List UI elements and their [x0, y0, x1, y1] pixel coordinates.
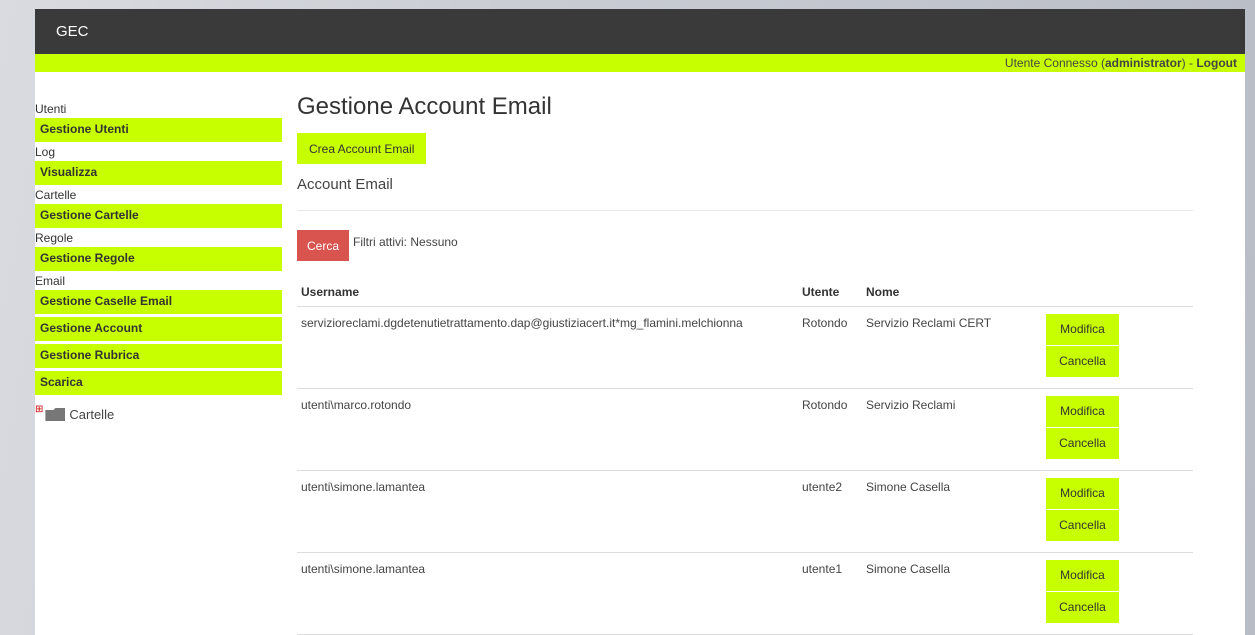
cell-utente: utente1 — [802, 552, 866, 635]
cell-nome: Servizio Reclami — [866, 388, 1046, 471]
app-title[interactable]: GEC — [56, 23, 89, 40]
logout-link[interactable]: Logout — [1196, 56, 1237, 70]
cell-utente: utente2 — [802, 470, 866, 553]
active-filters-text: Filtri attivi: Nessuno — [353, 234, 458, 249]
top-navbar: GEC — [35, 9, 1245, 54]
sidebar-section-label: Log — [35, 145, 56, 159]
section-subtitle: Account Email — [297, 176, 393, 193]
cell-utente: Rotondo — [802, 388, 866, 471]
sidebar-item-gestione-rubrica[interactable]: Gestione Rubrica — [35, 344, 282, 368]
table-row: utenti\marco.rotondo Rotondo Servizio Recl… — [297, 388, 1193, 471]
page-title: Gestione Account Email — [297, 93, 552, 120]
plus-icon[interactable]: ⊞ — [35, 404, 43, 415]
cell-nome: Simone Casella — [866, 470, 1046, 553]
cell-username: utenti\simone.lamantea — [297, 552, 802, 635]
divider — [297, 210, 1193, 211]
cell-actions: Modifica Cancella — [1046, 306, 1193, 389]
sidebar-section-label: Regole — [35, 231, 74, 245]
delete-button[interactable]: Cancella — [1046, 345, 1119, 377]
sidebar: Utenti Gestione Utenti Log Visualizza Cartel… — [35, 99, 282, 422]
edit-button[interactable]: Modifica — [1046, 395, 1119, 427]
app-window: GEC Utente Connesso (administrator) - Lo… — [35, 9, 1245, 635]
sidebar-section-label: Cartelle — [35, 188, 77, 202]
table-header-row: Username Utente Nome — [297, 275, 1193, 307]
header-nome: Nome — [866, 275, 1046, 307]
edit-button[interactable]: Modifica — [1046, 477, 1119, 509]
search-button[interactable]: Cerca — [297, 230, 350, 261]
delete-button[interactable]: Cancella — [1046, 591, 1119, 623]
table-row: servizioreclami.dgdetenutietrattamento.d… — [297, 306, 1193, 389]
cell-actions: Modifica Cancella — [1046, 470, 1193, 553]
table-body: servizioreclami.dgdetenutietrattamento.d… — [297, 306, 1193, 635]
sidebar-item-gestione-cartelle[interactable]: Gestione Cartelle — [35, 204, 282, 228]
header-username: Username — [297, 275, 802, 307]
cell-username: utenti\marco.rotondo — [297, 388, 802, 471]
accounts-table: Username Utente Nome servizioreclami.dgd… — [297, 275, 1193, 635]
table-row: utenti\simone.lamantea utente1 Simone Case… — [297, 552, 1193, 635]
header-actions — [1046, 275, 1193, 307]
cell-username: utenti\simone.lamantea — [297, 470, 802, 553]
edit-button[interactable]: Modifica — [1046, 313, 1119, 345]
sidebar-item-scarica[interactable]: Scarica — [35, 371, 282, 395]
header-utente: Utente — [802, 275, 866, 307]
sidebar-section-label: Email — [35, 274, 66, 288]
user-prefix: Utente Connesso ( — [1004, 56, 1105, 70]
sidebar-item-gestione-utenti[interactable]: Gestione Utenti — [35, 118, 282, 142]
username-label: administrator — [1104, 56, 1182, 70]
folder-icon[interactable] — [45, 408, 66, 421]
cell-nome: Simone Casella — [866, 552, 1046, 635]
create-account-button[interactable]: Crea Account Email — [297, 133, 427, 164]
table-row: utenti\simone.lamantea utente2 Simone Case… — [297, 470, 1193, 553]
tree-folder-label[interactable]: Cartelle — [69, 407, 114, 422]
edit-button[interactable]: Modifica — [1046, 559, 1119, 591]
cell-nome: Servizio Reclami CERT — [866, 306, 1046, 389]
sidebar-item-gestione-regole[interactable]: Gestione Regole — [35, 247, 282, 271]
filter-row: Cerca Filtri attivi: Nessuno — [297, 230, 1197, 261]
cell-utente: Rotondo — [802, 306, 866, 389]
cell-actions: Modifica Cancella — [1046, 552, 1193, 635]
main-content: Gestione Account Email Crea Account Emai… — [297, 93, 1197, 635]
user-bar: Utente Connesso (administrator) - Logout — [35, 54, 1245, 72]
sidebar-item-gestione-caselle-email[interactable]: Gestione Caselle Email — [35, 290, 282, 314]
folder-tree: ⊞ Cartelle — [35, 404, 282, 422]
sidebar-section-label: Utenti — [35, 102, 67, 116]
cell-username: servizioreclami.dgdetenutietrattamento.d… — [297, 306, 802, 389]
delete-button[interactable]: Cancella — [1046, 427, 1119, 459]
sidebar-item-visualizza[interactable]: Visualizza — [35, 161, 282, 185]
delete-button[interactable]: Cancella — [1046, 509, 1119, 541]
cell-actions: Modifica Cancella — [1046, 388, 1193, 471]
user-sep: ) - — [1181, 56, 1197, 70]
sidebar-item-gestione-account[interactable]: Gestione Account — [35, 317, 282, 341]
